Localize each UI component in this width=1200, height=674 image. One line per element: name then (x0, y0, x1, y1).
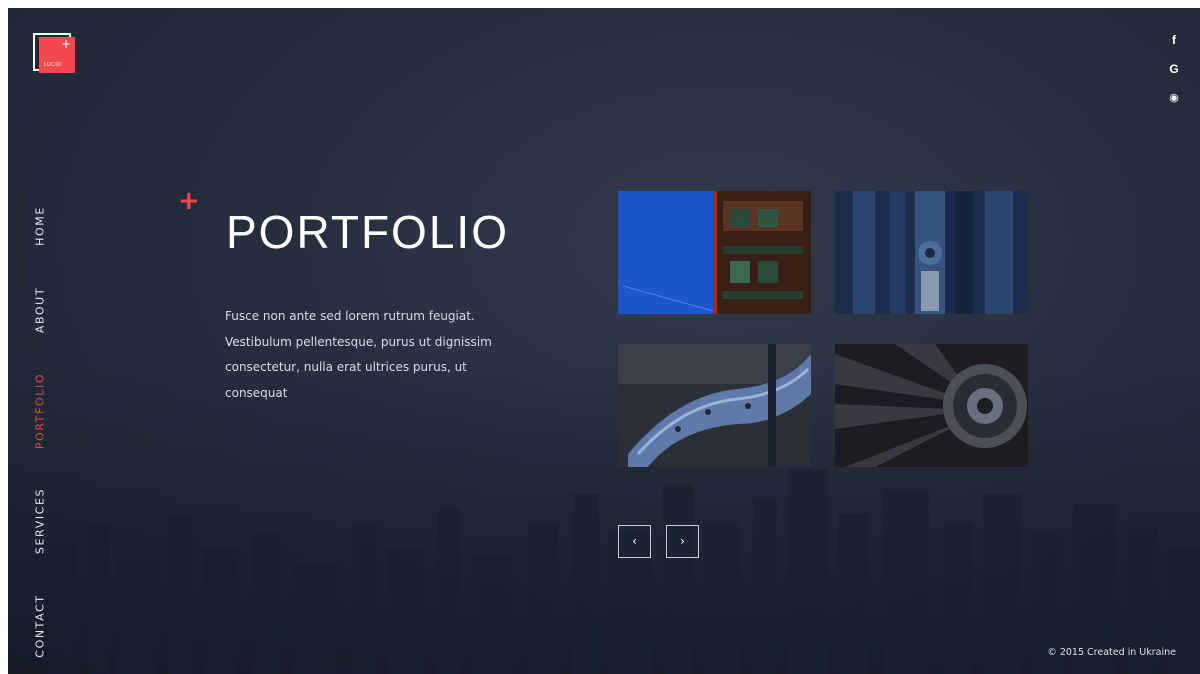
page-description: Fusce non ante sed lorem rutrum feugiat.… (225, 309, 492, 400)
gallery-prev-button[interactable]: ‹ (618, 525, 651, 558)
google-icon[interactable]: G (1166, 61, 1182, 78)
nav-item-services[interactable]: SERVICES (30, 476, 50, 566)
footer-credit: © 2015 Created in Ukraine (1047, 647, 1176, 658)
logo-box: + LUCID (39, 37, 75, 73)
portfolio-image-turbine[interactable] (835, 344, 1028, 467)
nav-label-about: ABOUT (33, 286, 47, 334)
page-title: PORTFOLIO (226, 206, 509, 258)
facebook-icon[interactable]: f (1166, 32, 1182, 49)
social-links: f G ◉ (1166, 32, 1182, 107)
nav-item-contact[interactable]: CONTACT (30, 581, 50, 671)
page-frame: + LUCID f G ◉ HOME ABOUT PORTFOLIO SERVI… (8, 8, 1200, 674)
title-plus-icon: + (178, 186, 200, 216)
brand-logo[interactable]: + LUCID (33, 33, 75, 75)
nav-item-portfolio[interactable]: PORTFOLIO (30, 366, 50, 456)
nav-label-contact: CONTACT (33, 594, 47, 658)
chevron-right-icon: › (680, 534, 685, 548)
nav-item-home[interactable]: HOME (30, 181, 50, 271)
logo-plus-icon: + (60, 37, 71, 51)
logo-text: LUCID (44, 62, 62, 68)
nav-item-about[interactable]: ABOUT (30, 265, 50, 355)
portfolio-image-building[interactable] (618, 191, 811, 314)
nav-label-home: HOME (33, 206, 47, 246)
nav-label-portfolio: PORTFOLIO (33, 372, 47, 450)
dribbble-icon[interactable]: ◉ (1166, 90, 1182, 107)
gallery-next-button[interactable]: › (666, 525, 699, 558)
portfolio-image-door[interactable] (835, 191, 1028, 314)
chevron-left-icon: ‹ (632, 534, 637, 548)
portfolio-image-metal[interactable] (618, 344, 811, 467)
nav-label-services: SERVICES (33, 487, 47, 555)
